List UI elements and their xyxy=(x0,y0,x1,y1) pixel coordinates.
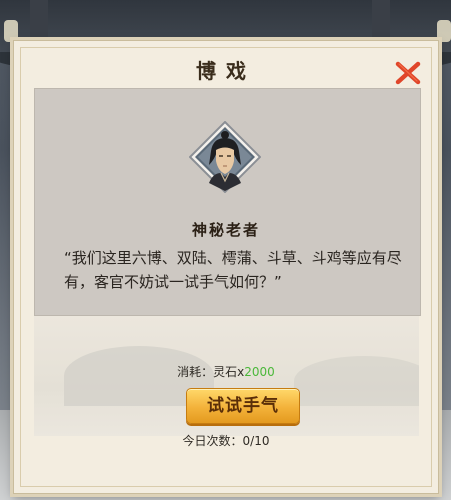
daily-count: 今日次数：0/10 xyxy=(182,434,270,448)
gamble-dialog: 博戏 神秘老者 “我们这里六博、双陆、樗蒲、斗草、斗鸡等应有尽有，客官不妨试一试… xyxy=(13,40,439,494)
close-button[interactable] xyxy=(394,59,422,87)
close-icon xyxy=(395,61,421,85)
cost-label: 消耗：灵石x xyxy=(177,365,245,379)
npc-name: 神秘老者 xyxy=(191,221,260,239)
background-lantern xyxy=(4,20,18,42)
background-lantern xyxy=(437,20,451,42)
npc-portrait-icon xyxy=(188,120,262,194)
dialog-title-bar: 博戏 xyxy=(14,49,438,93)
npc-dialogue: “我们这里六博、双陆、樗蒲、斗草、斗鸡等应有尽有，客官不妨试一试手气如何？” xyxy=(64,249,402,291)
try-luck-button[interactable]: 试试手气 xyxy=(186,388,300,424)
dialog-title: 博戏 xyxy=(196,59,256,83)
cost-amount: 2000 xyxy=(244,365,275,379)
cost-text: 消耗：灵石x2000 xyxy=(14,363,438,380)
npc-portrait xyxy=(188,120,262,194)
